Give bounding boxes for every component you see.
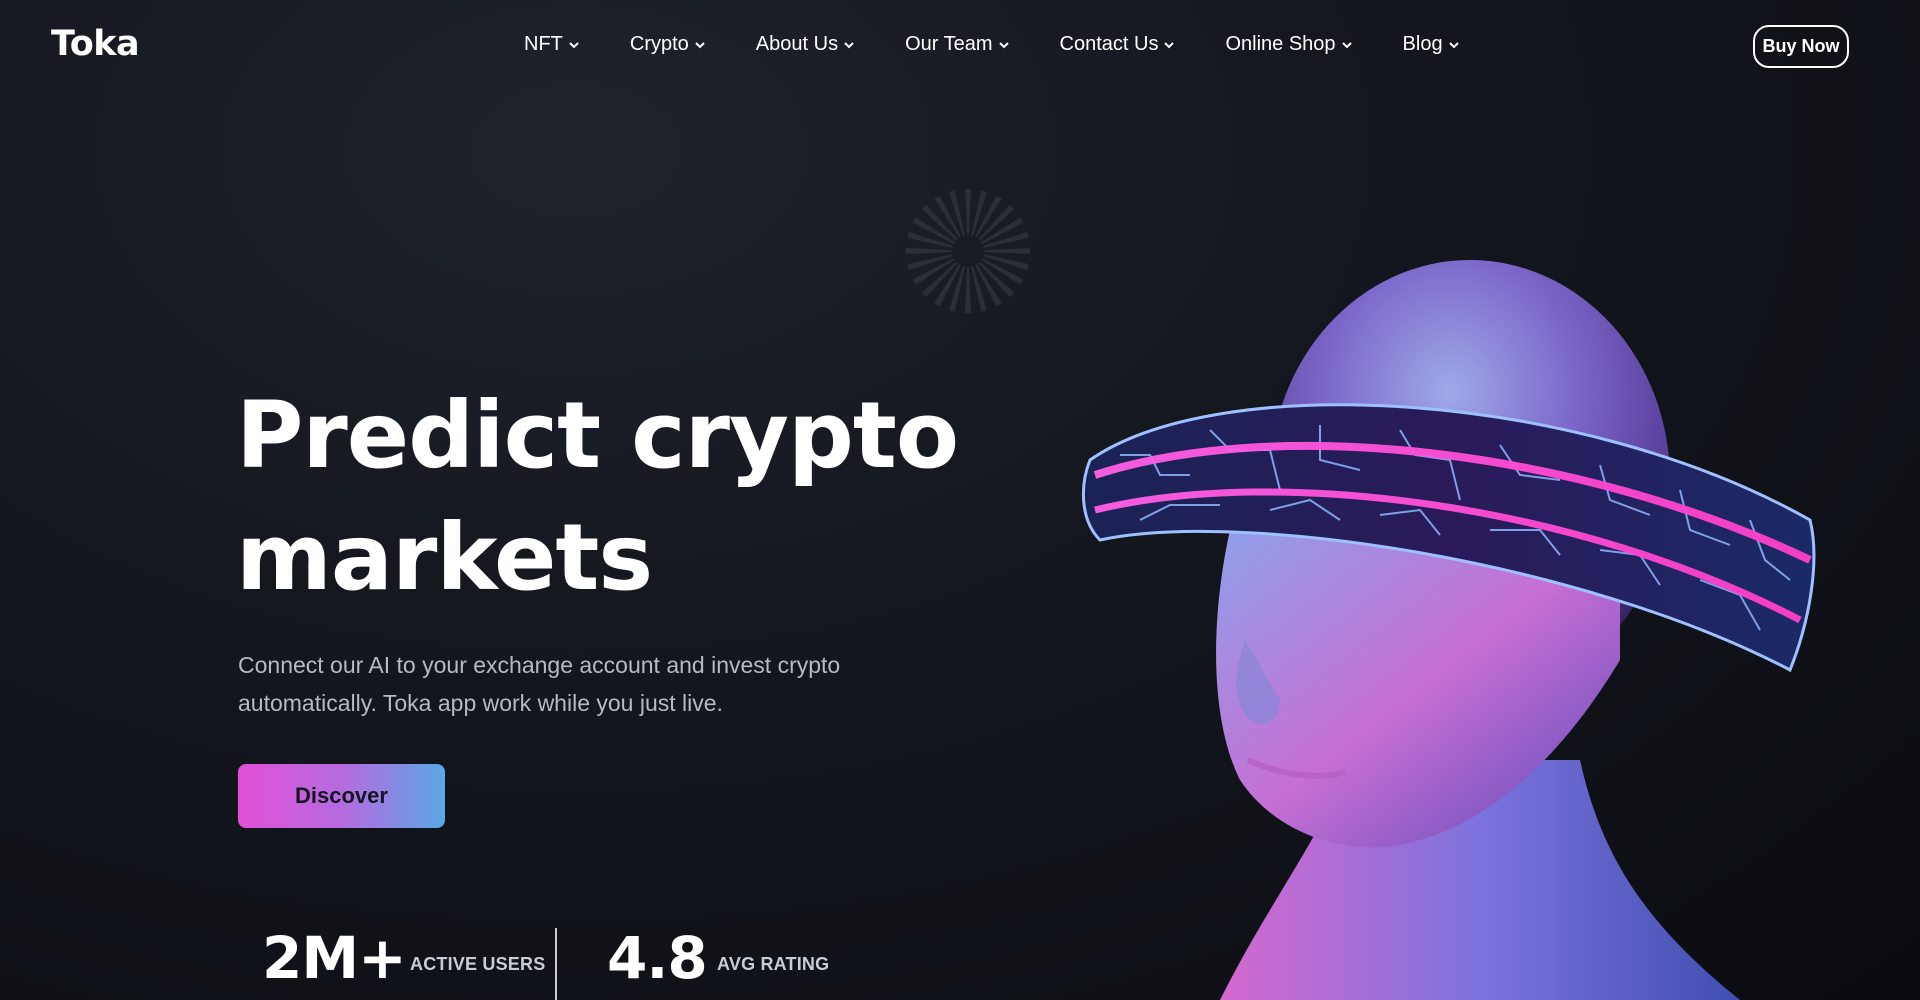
vr-headset-head-illustration-icon bbox=[1081, 260, 1816, 1000]
nav-item-nft[interactable]: NFT bbox=[524, 33, 580, 56]
hero-title: Predict crypto markets bbox=[236, 375, 996, 619]
nav-item-contact-us[interactable]: Contact Us bbox=[1060, 33, 1176, 56]
nav-item-crypto[interactable]: Crypto bbox=[630, 33, 706, 56]
nav-item-label: Contact Us bbox=[1059, 33, 1159, 55]
hero-title-line: markets bbox=[236, 504, 653, 611]
chevron-down-icon bbox=[844, 41, 854, 48]
nav-item-label: Online Shop bbox=[1225, 33, 1336, 55]
nav-item-label: Crypto bbox=[629, 33, 689, 55]
stat-active-users-value: 2M+ bbox=[262, 924, 407, 992]
stat-divider bbox=[555, 928, 557, 1000]
site-header: Toka NFT Crypto About Us Our Team Contac… bbox=[0, 0, 1920, 92]
hero-title-line: Predict crypto bbox=[236, 382, 959, 489]
hero-subtitle: Connect our AI to your exchange account … bbox=[238, 646, 918, 722]
stat-avg-rating-label: AVG RATING bbox=[717, 954, 830, 974]
chevron-down-icon bbox=[1164, 41, 1175, 48]
nav-item-online-shop[interactable]: Online Shop bbox=[1225, 33, 1352, 56]
chevron-down-icon bbox=[695, 41, 705, 48]
chevron-down-icon bbox=[998, 41, 1009, 48]
nav-item-label: NFT bbox=[524, 33, 563, 55]
nav-item-label: Our Team bbox=[905, 33, 993, 55]
chevron-down-icon bbox=[1448, 41, 1459, 48]
nav-item-label: Blog bbox=[1402, 33, 1443, 55]
sunburst-decoration-icon bbox=[906, 189, 1030, 313]
buy-now-button[interactable]: Buy Now bbox=[1753, 25, 1849, 68]
stat-avg-rating-value: 4.8 bbox=[607, 924, 708, 992]
brand-logo[interactable]: Toka bbox=[51, 24, 140, 64]
stat-active-users-label: ACTIVE USERS bbox=[410, 954, 546, 974]
nav-item-blog[interactable]: Blog bbox=[1403, 33, 1460, 56]
hero-subtitle-line: automatically. Toka app work while you j… bbox=[238, 690, 723, 716]
nav-item-about-us[interactable]: About Us bbox=[756, 33, 855, 56]
chevron-down-icon bbox=[569, 41, 579, 48]
nav-item-our-team[interactable]: Our Team bbox=[905, 33, 1009, 56]
chevron-down-icon bbox=[1341, 41, 1352, 48]
hero-subtitle-line: Connect our AI to your exchange account … bbox=[238, 652, 841, 678]
discover-button[interactable]: Discover bbox=[238, 764, 445, 828]
nav-item-label: About Us bbox=[755, 33, 839, 55]
main-nav: NFT Crypto About Us Our Team Contact Us … bbox=[524, 33, 1460, 56]
